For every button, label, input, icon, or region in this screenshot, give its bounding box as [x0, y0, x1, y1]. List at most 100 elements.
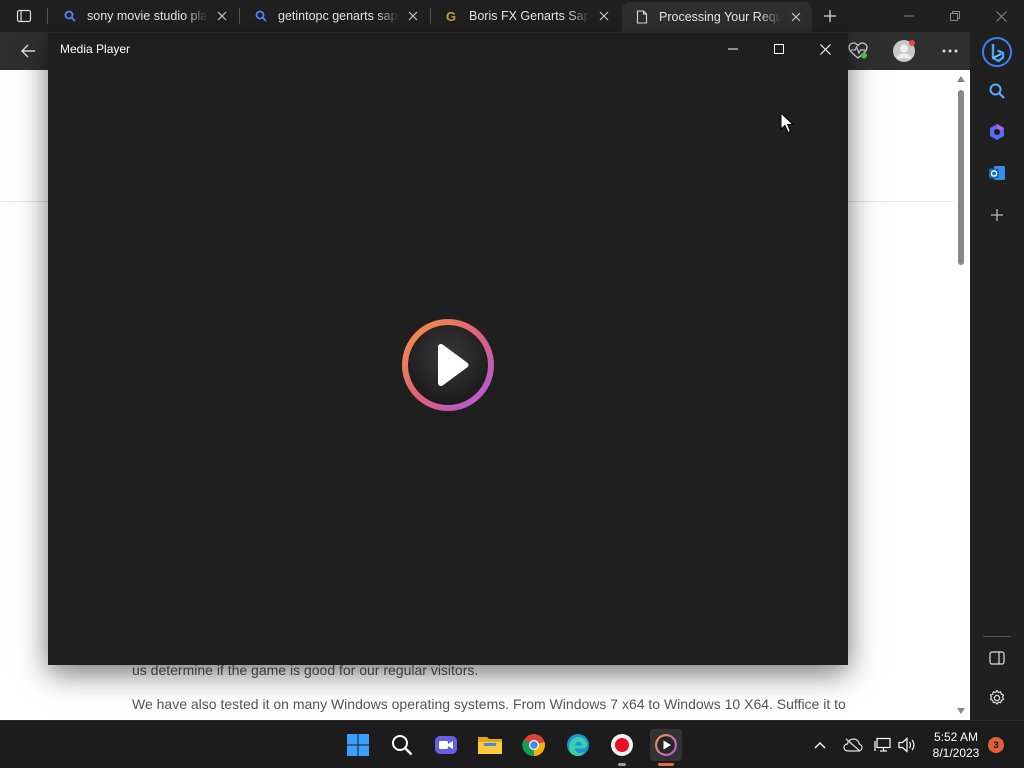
search-icon	[392, 735, 413, 756]
tab-separator	[239, 8, 240, 24]
edge-button[interactable]	[562, 729, 594, 761]
profile-button[interactable]	[888, 35, 920, 67]
record-icon	[611, 734, 633, 756]
tab-actions-button[interactable]	[8, 4, 40, 28]
file-explorer-icon	[478, 737, 502, 754]
copilot-icon	[990, 124, 1004, 140]
screen-recorder-button[interactable]	[606, 729, 638, 761]
browser-restore-button[interactable]	[932, 0, 978, 32]
close-icon	[995, 10, 1007, 22]
minimize-icon	[728, 48, 738, 50]
more-dots-icon	[942, 49, 958, 53]
tab-title: sony movie studio platinum	[87, 9, 208, 23]
bing-copilot-button[interactable]	[981, 36, 1013, 68]
media-close-button[interactable]	[802, 33, 848, 65]
tab-close-icon[interactable]	[214, 8, 230, 24]
scroll-down-arrow-icon[interactable]	[957, 708, 965, 714]
start-button[interactable]	[342, 729, 374, 761]
edge-icon	[567, 734, 589, 756]
file-explorer-button[interactable]	[474, 729, 506, 761]
notification-badge[interactable]: 3	[988, 737, 1004, 753]
network-button[interactable]	[873, 735, 893, 755]
svg-text:G: G	[446, 9, 456, 23]
tab-actions-icon	[16, 9, 32, 23]
sidebar-settings-button[interactable]	[983, 684, 1011, 712]
avatar-icon	[893, 40, 915, 62]
windows-taskbar: 5:52 AM 8/1/2023 3	[0, 720, 1024, 768]
close-icon	[819, 43, 831, 55]
tab-close-icon[interactable]	[788, 9, 804, 25]
chrome-button[interactable]	[518, 729, 550, 761]
g-site-icon: G	[444, 8, 460, 24]
start-icon	[347, 734, 369, 756]
edge-sidebar	[970, 32, 1024, 720]
media-player-taskbar-button[interactable]	[650, 729, 682, 761]
scrollbar-thumb[interactable]	[958, 90, 964, 265]
running-indicator	[618, 763, 626, 766]
clock-date: 8/1/2023	[932, 746, 980, 760]
tab-1[interactable]: sony movie studio platinum	[50, 0, 238, 32]
tab-4-active[interactable]: Processing Your Request	[622, 2, 812, 32]
hide-sidebar-button[interactable]	[983, 644, 1011, 672]
document-icon	[634, 9, 650, 25]
back-arrow-icon	[21, 44, 35, 58]
teams-chat-button[interactable]	[430, 729, 462, 761]
active-indicator	[658, 763, 674, 766]
tab-separator	[47, 8, 48, 24]
page-scrollbar[interactable]	[953, 70, 970, 720]
sidebar-panel-icon	[989, 651, 1005, 665]
search-icon	[253, 8, 269, 24]
browser-tab-strip: sony movie studio platinum getintopc gen…	[0, 0, 1024, 32]
speaker-icon	[898, 737, 915, 753]
media-player-icon	[655, 734, 677, 756]
gear-icon	[989, 689, 1005, 705]
play-button[interactable]	[400, 317, 496, 413]
teams-chat-icon	[435, 736, 457, 754]
tab-title: Boris FX Genarts Sapphire	[469, 9, 590, 23]
search-icon	[989, 83, 1005, 99]
network-icon	[874, 737, 891, 752]
show-hidden-icons-button[interactable]	[810, 735, 830, 755]
outlook-icon	[989, 166, 1005, 180]
cloud-offline-button[interactable]	[842, 735, 864, 755]
minimize-icon	[904, 15, 914, 17]
media-player-titlebar[interactable]: Media Player	[48, 33, 848, 65]
volume-button[interactable]	[897, 735, 917, 755]
settings-more-button[interactable]	[934, 35, 966, 67]
tab-close-icon[interactable]	[596, 8, 612, 24]
browser-close-button[interactable]	[978, 0, 1024, 32]
tab-2[interactable]: getintopc genarts sapphire	[241, 0, 429, 32]
search-icon	[62, 8, 78, 24]
tab-title: Processing Your Request	[659, 10, 782, 24]
bing-icon	[982, 37, 1012, 67]
media-minimize-button[interactable]	[710, 33, 756, 65]
system-clock[interactable]: 5:52 AM 8/1/2023	[922, 729, 990, 761]
plus-icon	[991, 209, 1003, 221]
tab-separator	[430, 8, 431, 24]
page-text-line: We have also tested it on many Windows o…	[132, 696, 846, 712]
sidebar-outlook-button[interactable]	[983, 159, 1011, 187]
tab-3[interactable]: G Boris FX Genarts Sapphire	[432, 0, 620, 32]
taskbar-search-button[interactable]	[386, 729, 418, 761]
clock-time: 5:52 AM	[933, 730, 979, 744]
restore-icon	[950, 11, 960, 21]
sidebar-copilot-button[interactable]	[983, 118, 1011, 146]
tab-title: getintopc genarts sapphire	[278, 9, 399, 23]
mouse-cursor-icon	[780, 112, 794, 134]
chevron-up-icon	[814, 742, 826, 749]
tab-close-icon[interactable]	[405, 8, 421, 24]
media-player-window: Media Player	[48, 33, 848, 665]
cloud-offline-icon	[843, 738, 863, 752]
scroll-up-arrow-icon[interactable]	[957, 76, 965, 82]
media-maximize-button[interactable]	[756, 33, 802, 65]
browser-minimize-button[interactable]	[886, 0, 932, 32]
sidebar-divider	[983, 636, 1011, 637]
maximize-icon	[774, 44, 784, 54]
back-button[interactable]	[12, 35, 44, 67]
new-tab-button[interactable]	[818, 4, 842, 28]
sidebar-search-button[interactable]	[983, 77, 1011, 105]
sidebar-add-button[interactable]	[983, 201, 1011, 229]
heart-pulse-icon	[848, 42, 868, 59]
media-player-title: Media Player	[60, 42, 131, 56]
plus-icon	[824, 10, 836, 22]
